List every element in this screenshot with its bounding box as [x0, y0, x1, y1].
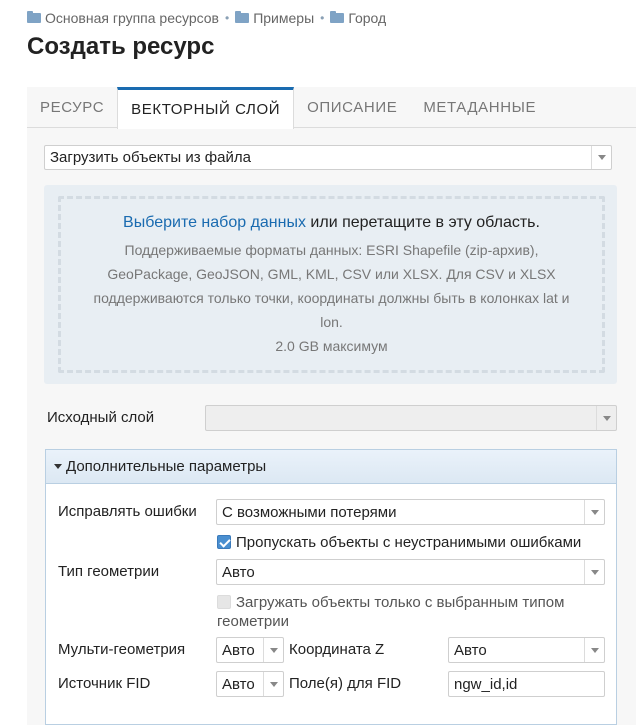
breadcrumb-item[interactable]: Основная группа ресурсов	[27, 10, 219, 26]
fid-source-value: Авто	[222, 675, 255, 693]
fix-errors-label: Исправлять ошибки	[58, 503, 197, 520]
breadcrumb-label[interactable]: Основная группа ресурсов	[45, 10, 219, 26]
tab-metadata[interactable]: Метаданные	[410, 87, 549, 128]
folder-icon	[330, 11, 345, 23]
fix-errors-select[interactable]: С возможными потерями	[216, 499, 605, 525]
max-size-text: 2.0 GB максимум	[275, 338, 388, 354]
source-mode-select[interactable]: Загрузить объекты из файла	[44, 145, 612, 170]
chevron-down-icon[interactable]	[591, 146, 611, 169]
dropzone-drag-text: или перетащите в эту область.	[305, 214, 540, 231]
tab-resource[interactable]: Ресурс	[27, 87, 117, 128]
geometry-type-value: Авто	[222, 563, 255, 581]
advanced-options-toggle[interactable]: Дополнительные параметры	[46, 450, 616, 484]
breadcrumb-label[interactable]: Примеры	[253, 10, 314, 26]
tab-bar: Ресурс Векторный слой Описание Метаданны…	[27, 87, 636, 129]
source-mode-value: Загрузить объекты из файла	[50, 149, 251, 166]
page-title: Создать ресурс	[27, 33, 215, 60]
form-panel: Ресурс Векторный слой Описание Метаданны…	[27, 87, 636, 725]
chevron-down-icon[interactable]	[584, 560, 604, 584]
geometry-type-select[interactable]: Авто	[216, 559, 605, 585]
chevron-down-icon[interactable]	[263, 672, 283, 696]
folder-icon	[235, 11, 250, 23]
skip-errors-label[interactable]: Пропускать объекты с неустранимыми ошибк…	[236, 533, 581, 552]
chevron-down-icon[interactable]	[596, 406, 616, 430]
fid-fields-label: Поле(я) для FID	[289, 675, 402, 692]
tab-vector-layer[interactable]: Векторный слой	[117, 87, 295, 129]
geometry-type-label: Тип геометрии	[58, 563, 160, 580]
chevron-down-icon[interactable]	[584, 500, 604, 524]
source-layer-label: Исходный слой	[47, 409, 155, 426]
coordinate-z-select[interactable]: Авто	[448, 637, 605, 663]
advanced-options-panel: Дополнительные параметры Исправлять ошиб…	[45, 449, 617, 725]
breadcrumb-label[interactable]: Город	[348, 10, 386, 26]
breadcrumb-separator: •	[320, 11, 325, 25]
breadcrumb-item[interactable]: Примеры	[235, 10, 314, 26]
dropzone-area[interactable]: Выберите набор данных или перетащите в э…	[58, 196, 605, 373]
select-dataset-link[interactable]: Выберите набор данных	[123, 214, 306, 231]
coordinate-z-label: Координата Z	[289, 641, 385, 658]
only-selected-type-label[interactable]: Загружать объекты только с выбранным тип…	[217, 593, 597, 631]
advanced-options-title: Дополнительные параметры	[66, 458, 267, 475]
fid-fields-input[interactable]: ngw_id,id	[448, 671, 605, 697]
breadcrumb-item[interactable]: Город	[330, 10, 386, 26]
skip-errors-checkbox[interactable]	[217, 535, 231, 549]
folder-icon	[27, 11, 41, 23]
multi-geometry-select[interactable]: Авто	[216, 637, 284, 663]
fix-errors-value: С возможными потерями	[222, 503, 397, 521]
coordinate-z-value: Авто	[454, 641, 487, 659]
breadcrumb: Основная группа ресурсов • Примеры • Гор…	[27, 10, 386, 26]
dropzone-main-text: Выберите набор данных или перетащите в э…	[61, 214, 602, 232]
multi-geometry-label: Мульти-геометрия	[58, 641, 186, 658]
tab-description[interactable]: Описание	[294, 87, 410, 128]
multi-geometry-value: Авто	[222, 641, 255, 659]
supported-formats-text: Поддерживаемые форматы данных: ESRI Shap…	[93, 242, 570, 330]
chevron-down-icon[interactable]	[584, 638, 604, 662]
source-layer-select[interactable]	[205, 405, 617, 431]
upload-dropzone[interactable]: Выберите набор данных или перетащите в э…	[44, 185, 617, 384]
chevron-down-icon[interactable]	[263, 638, 283, 662]
caret-down-icon	[54, 464, 62, 469]
fid-source-select[interactable]: Авто	[216, 671, 284, 697]
fid-source-label: Источник FID	[58, 675, 151, 692]
breadcrumb-separator: •	[225, 11, 230, 25]
